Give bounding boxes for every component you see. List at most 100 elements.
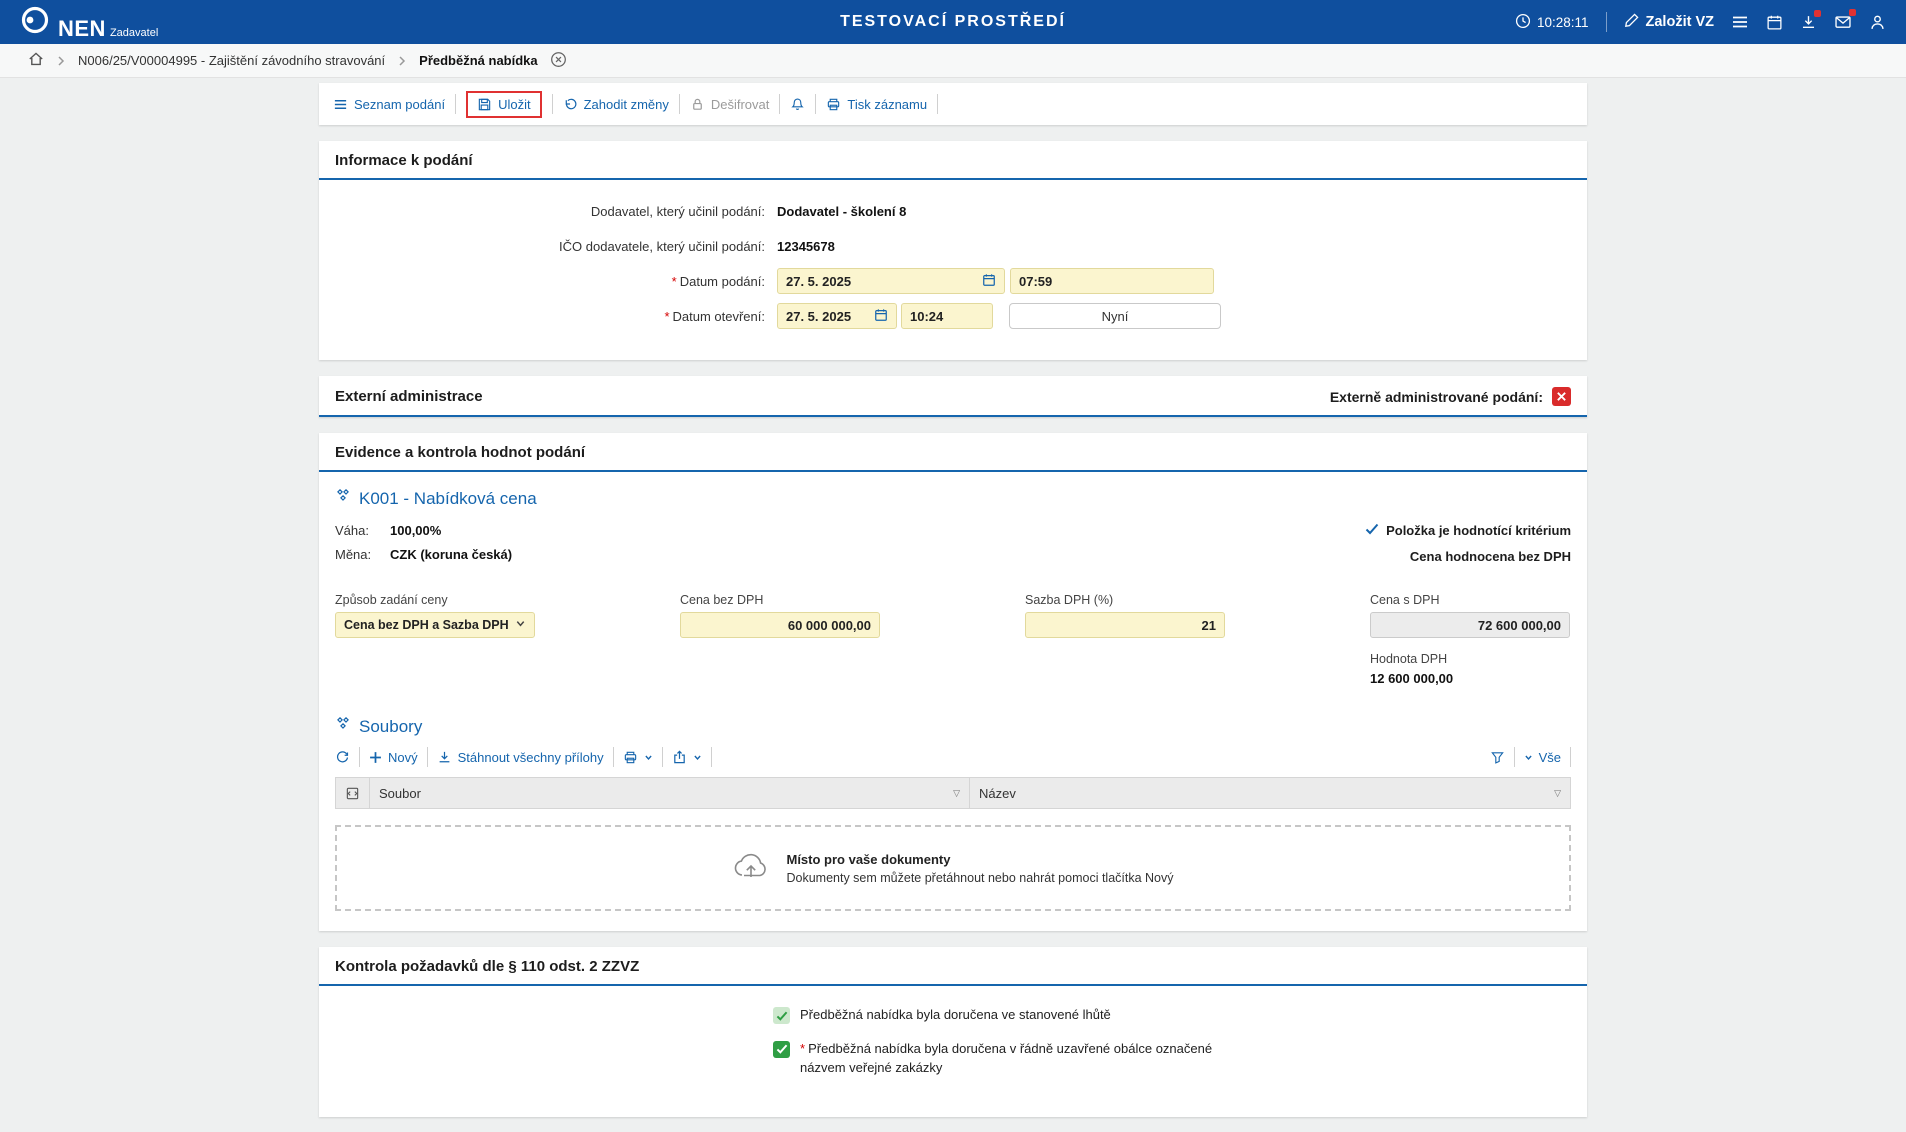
dropzone-text: Místo pro vaše dokumenty Dokumenty sem m… [786,852,1173,885]
divider [613,747,614,767]
downloads-button[interactable] [1800,14,1817,31]
divider [1570,747,1571,767]
cena-s-dph-readonly: 72 600 000,00 [1370,612,1570,638]
filter-triangle-icon[interactable]: ▽ [953,788,960,799]
nyni-button[interactable]: Nyní [1009,303,1221,329]
mena-row: Měna: CZK (koruna česká) [335,547,512,562]
vaha-row: Váha: 100,00% [335,523,512,538]
ulozit-button[interactable]: Uložit [477,97,531,112]
cena-bez-dph-field: Cena bez DPH 60 000 000,00 [680,593,880,638]
menu-button[interactable] [1731,13,1749,31]
evidence-section: Evidence a kontrola hodnot podání K001 -… [319,433,1587,931]
breadcrumb: N006/25/V00004995 - Zajištění závodního … [0,44,1906,78]
novy-button[interactable]: Nový [369,750,418,765]
divider [711,747,712,767]
divider [779,94,780,114]
criterion-icon [335,488,351,509]
zpusob-select[interactable]: Cena bez DPH a Sazba DPH [335,612,535,638]
topbar-actions: 10:28:11 Založit VZ [1515,12,1886,32]
zalozit-vz-button[interactable]: Založit VZ [1624,12,1714,32]
info-section: Informace k podání Dodavatel, který učin… [319,141,1587,360]
supplier-label: Dodavatel, který učinil podání: [335,204,777,219]
chevron-right-icon [56,55,66,67]
zahodit-zmeny-button[interactable]: Zahodit změny [563,97,669,112]
datum-podani-time-input[interactable]: 07:59 [1010,268,1214,294]
divider [359,747,360,767]
divider [679,94,680,114]
soubory-heading: Soubory [335,716,1571,737]
print-files-button[interactable] [623,750,653,765]
nen-home-link[interactable]: NEN Zadavatel [20,5,158,40]
chevron-down-icon [693,750,702,765]
vaha-label: Váha: [335,523,390,538]
k001-meta: Váha: 100,00% Měna: CZK (koruna česká) [335,523,1571,571]
required-marker: * [672,274,677,289]
column-header-soubor[interactable]: Soubor ▽ [370,778,970,808]
kontrola-section-body: Předběžná nabídka byla doručena ve stano… [319,986,1587,1117]
filter-triangle-icon[interactable]: ▽ [1554,788,1561,799]
stahnout-prilohy-button[interactable]: Stáhnout všechny přílohy [437,750,604,765]
chevron-down-icon [644,750,653,765]
ulozit-highlight-annotation: Uložit [466,91,542,118]
calendar-button[interactable] [1766,14,1783,31]
check-icon [1365,523,1379,538]
evidence-section-header: Evidence a kontrola hodnot podání [319,433,1587,472]
export-files-button[interactable] [672,750,702,765]
cloud-upload-icon [732,851,770,886]
datum-otevreni-label: *Datum otevření: [335,309,777,324]
tisk-zaznamu-button[interactable]: Tisk záznamu [826,97,927,112]
checkbox-obalka[interactable] [773,1041,790,1058]
divider [1514,747,1515,767]
k001-heading: K001 - Nabídková cena [335,488,1571,509]
file-dropzone[interactable]: Místo pro vaše dokumenty Dokumenty sem m… [335,825,1571,911]
desifrovat-button[interactable]: Dešifrovat [690,97,770,112]
vse-filter-button[interactable]: Vše [1524,750,1561,765]
zpusob-label: Způsob zadání ceny [335,593,535,607]
k001-meta-left: Váha: 100,00% Měna: CZK (koruna česká) [335,523,512,571]
check-lhuta-label: Předběžná nabídka byla doručena ve stano… [800,1006,1111,1025]
check-row-obalka: *Předběžná nabídka byla doručena v řádně… [773,1040,1213,1078]
soubory-toolbar: Nový Stáhnout všechny přílohy [335,747,1571,767]
extern-section: Externí administrace Externě administrov… [319,376,1587,417]
refresh-button[interactable] [335,750,350,765]
divider [662,747,663,767]
close-record-icon[interactable] [550,51,567,71]
calendar-icon[interactable] [982,273,996,290]
record-toolbar: Seznam podání Uložit Zahodit změny Dešif… [319,83,1587,125]
column-settings-button[interactable] [336,778,370,808]
mena-label: Měna: [335,547,390,562]
vaha-value: 100,00% [390,523,441,538]
home-icon[interactable] [28,51,44,70]
chevron-down-icon [1524,750,1533,765]
notifications-bell-button[interactable] [790,97,805,112]
calendar-icon[interactable] [874,308,888,325]
mena-value: CZK (koruna česká) [390,547,512,562]
dropzone-title: Místo pro vaše dokumenty [786,852,1173,867]
messages-button[interactable] [1834,13,1852,31]
hodnocena-text: Cena hodnocena bez DPH [1365,549,1571,564]
hodnota-dph-field: Hodnota DPH 12 600 000,00 [1370,652,1570,686]
kriterium-flag: Položka je hodnotící kritérium [1365,523,1571,538]
breadcrumb-item-zakazka[interactable]: N006/25/V00004995 - Zajištění závodního … [78,53,385,68]
filter-button[interactable] [1490,750,1505,765]
info-section-body: Dodavatel, který učinil podání: Dodavate… [319,180,1587,360]
user-button[interactable] [1869,14,1886,31]
info-section-header: Informace k podání [319,141,1587,180]
divider [937,94,938,114]
pencil-icon [1624,12,1640,32]
sazba-dph-input[interactable]: 21 [1025,612,1225,638]
extern-section-header: Externí administrace Externě administrov… [319,376,1587,417]
required-marker: * [800,1041,805,1056]
datum-otevreni-date-input[interactable]: 27. 5. 2025 [777,303,897,329]
column-header-nazev[interactable]: Název ▽ [970,778,1570,808]
divider [815,94,816,114]
datum-otevreni-time-input[interactable]: 10:24 [901,303,993,329]
seznam-podani-button[interactable]: Seznam podání [333,97,445,112]
checkbox-lhuta[interactable] [773,1007,790,1024]
nen-logo-icon [20,5,50,40]
extern-flag-x-icon[interactable] [1552,387,1571,406]
files-table-header: Soubor ▽ Název ▽ [336,778,1570,808]
cena-bez-dph-input[interactable]: 60 000 000,00 [680,612,880,638]
datum-podani-date-input[interactable]: 27. 5. 2025 [777,268,1005,294]
dropzone-subtitle: Dokumenty sem můžete přetáhnout nebo nah… [786,871,1173,885]
